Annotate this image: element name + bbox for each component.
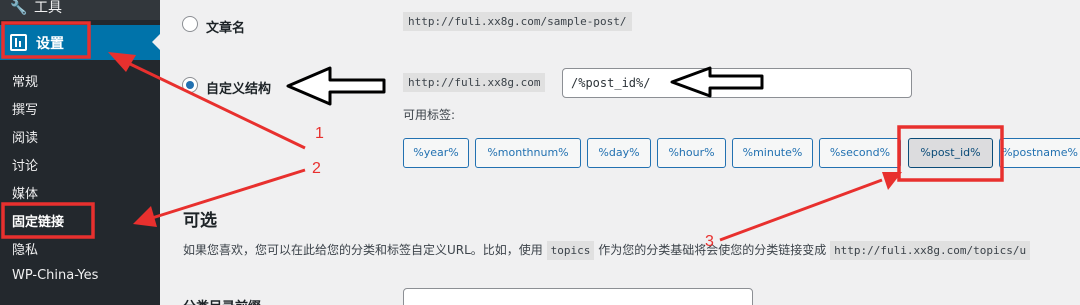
annotation-arrowhead-1 — [108, 52, 136, 72]
highlight-box-post-id — [897, 125, 1004, 182]
pointer-arrow-custom-structure — [286, 66, 386, 106]
highlight-box-settings — [1, 21, 91, 59]
annotation-overlay: 1 2 3 — [1, 21, 1004, 250]
pointer-arrow-input — [670, 66, 764, 98]
annotation-arrow-2 — [151, 168, 306, 220]
annotation-number-3: 3 — [705, 233, 714, 250]
annotation-number-2: 2 — [312, 160, 321, 177]
annotation-arrowhead-2 — [133, 206, 157, 227]
highlight-box-permalinks — [1, 202, 95, 239]
annotation-number-1: 1 — [315, 125, 324, 142]
annotation-arrow-1 — [127, 61, 306, 150]
annotation-arrow-3 — [719, 178, 883, 242]
